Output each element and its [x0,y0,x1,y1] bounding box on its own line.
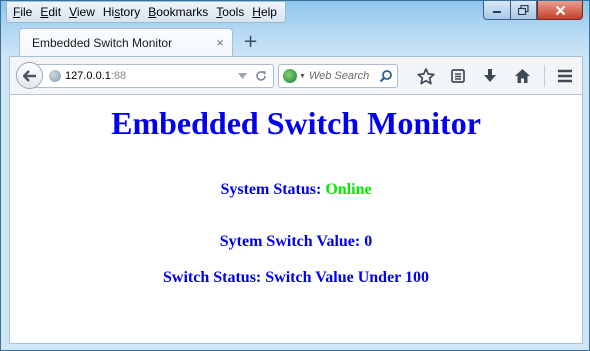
downloads-button[interactable] [474,64,506,88]
reload-icon[interactable] [255,70,267,82]
star-icon [417,67,435,84]
globe-icon [49,70,61,82]
url-bar[interactable]: 127.0.0.1:88 [34,64,274,88]
download-icon [484,69,496,82]
menu-file-label: ile [20,5,33,19]
menu-help-accel: H [252,5,261,19]
system-status-line: System Status: Online [10,181,582,199]
menu-tools[interactable]: Tools [212,5,248,19]
menu-edit-label: dit [48,5,62,19]
switch-value: 0 [364,233,373,250]
toolbar-separator [544,65,545,87]
menu-help-label: elp [260,5,277,19]
menu-view-label: iew [76,5,95,19]
switch-status-value: Switch Value Under 100 [265,269,429,286]
menu-help[interactable]: Help [248,5,281,19]
home-icon [514,69,530,83]
menu-history[interactable]: History [99,5,144,19]
menu-bar: File Edit View History Bookmarks Tools H… [6,2,286,23]
page-heading: Embedded Switch Monitor [111,105,481,141]
url-port: :88 [110,70,127,82]
new-tab-button[interactable]: + [243,31,258,52]
switch-status-label: Switch Status: [163,269,266,286]
reading-list-icon [451,69,465,83]
menu-bookmarks-label: ookmarks [156,5,209,19]
url-host: 127.0.0.1 [65,70,111,82]
engine-dropdown-icon[interactable]: ▼ [299,73,306,80]
reading-list-button[interactable] [442,64,474,88]
magnifier-icon[interactable] [379,69,397,83]
search-bar[interactable]: ▼ Web Search [278,64,398,88]
browser-window: File Edit View History Bookmarks Tools H… [0,0,590,351]
menu-edit[interactable]: Edit [36,5,65,19]
home-button[interactable] [506,64,538,88]
tab-title: Embedded Switch Monitor [32,35,173,50]
system-status-label: System Status: [220,181,326,198]
tab-close-icon[interactable]: × [216,35,224,50]
tab-embedded-switch-monitor[interactable]: Embedded Switch Monitor × [19,28,233,56]
back-arrow-icon [22,69,36,82]
dropdown-arrow-icon[interactable] [238,73,247,79]
open-menu-button[interactable] [549,64,581,88]
navigation-toolbar: 127.0.0.1:88 ▼ Web Search [9,56,583,95]
close-button[interactable] [537,1,583,20]
minimize-button[interactable] [483,1,510,20]
menu-tools-label: ools [222,5,245,19]
restore-icon [518,5,529,15]
back-button[interactable] [16,62,43,89]
menu-view-accel: V [69,5,77,19]
menu-view[interactable]: View [65,5,99,19]
menu-history-prefix: Hi [102,5,115,19]
switch-value-label: Sytem Switch Value: [219,233,365,250]
switch-status-line: Switch Status: Switch Value Under 100 [10,269,582,287]
menu-file[interactable]: File [9,5,36,19]
toolbar-icons [410,64,581,88]
switch-value-line: Sytem Switch Value: 0 [10,233,582,251]
page-content: Embedded Switch Monitor System Status: O… [9,95,583,344]
menu-icon [558,69,572,83]
search-engine-icon[interactable] [283,69,297,83]
close-icon [555,5,565,15]
bookmark-button[interactable] [410,64,442,88]
minimize-icon [493,11,501,13]
url-tools [238,70,273,82]
window-controls [483,1,583,20]
system-status-value: Online [325,181,372,198]
menu-history-label: tory [120,5,141,19]
maximize-button[interactable] [510,1,537,20]
menu-bookmarks[interactable]: Bookmarks [144,5,212,19]
search-input[interactable]: Web Search [309,70,379,82]
